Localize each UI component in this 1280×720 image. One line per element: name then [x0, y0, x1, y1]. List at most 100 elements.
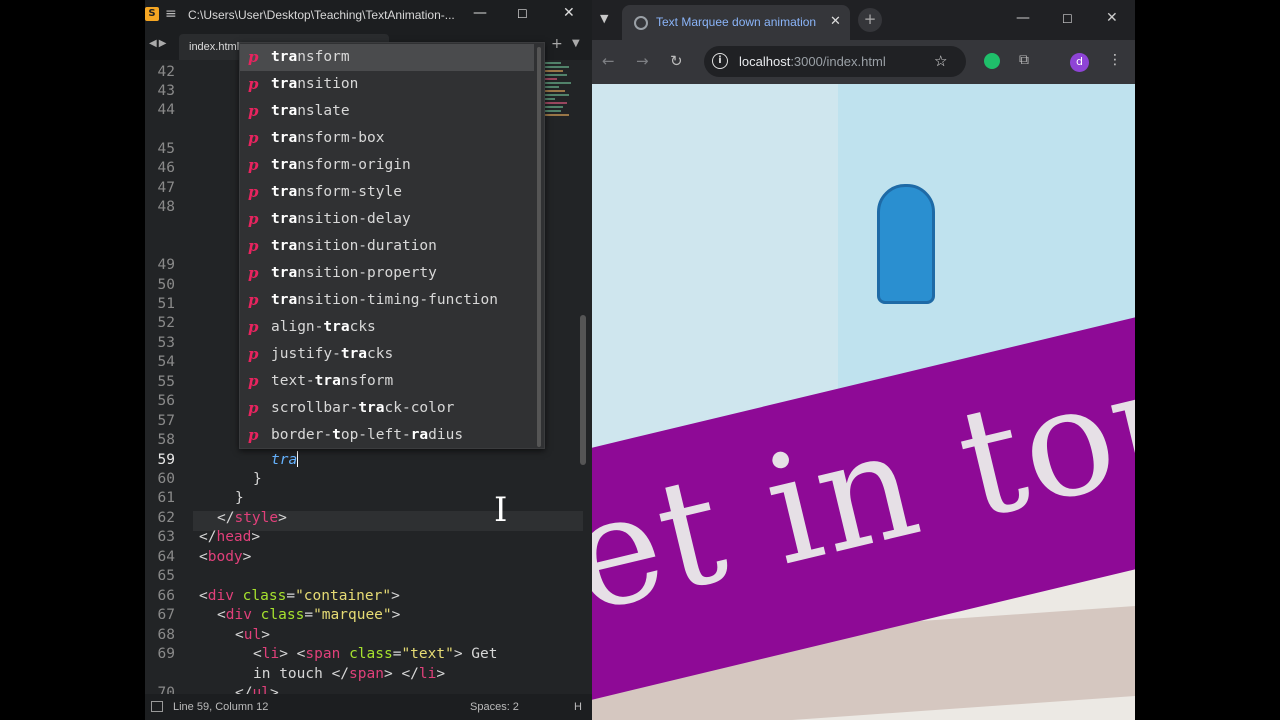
code-token: > [436, 666, 446, 682]
autocomplete-item[interactable]: p text-transform [240, 368, 534, 395]
code-token: </ [217, 510, 235, 526]
code-token: "container" [295, 588, 392, 604]
property-kind-icon: p [248, 210, 259, 228]
autocomplete-item[interactable]: p transform-origin [240, 152, 534, 179]
menu-icon[interactable]: ≡ [165, 6, 177, 22]
code-token: class [260, 607, 305, 623]
autocomplete-item[interactable]: p transition-property [240, 260, 534, 287]
line-number: 69 [157, 646, 175, 662]
cursor-position[interactable]: Line 59, Column 12 [173, 701, 268, 713]
code-token: > [242, 549, 252, 565]
editor-title-bar: S ≡ C:\Users\User\Desktop\Teaching\TextA… [145, 0, 592, 30]
line-number: 44 [157, 102, 175, 118]
site-info-icon[interactable]: i [712, 53, 728, 69]
code-line-69-wrap: in touch </span> </li> [253, 665, 445, 684]
property-kind-icon: p [248, 372, 259, 390]
property-kind-icon: p [248, 48, 259, 66]
reload-icon[interactable]: ↻ [670, 52, 683, 70]
bookmark-star-icon[interactable]: ☆ [934, 52, 947, 70]
line-number: 42 [157, 64, 175, 80]
code-token: span [349, 666, 384, 682]
address-bar[interactable]: i localhost:3000/index.html ☆ [704, 46, 966, 77]
close-window-icon[interactable]: ✕ [1106, 10, 1118, 26]
autocomplete-item[interactable]: p justify-tracks [240, 341, 534, 368]
code-token: in touch [253, 666, 332, 682]
code-line-67: <div class="marquee"> [217, 606, 400, 625]
tab-nav-arrows-icon[interactable]: ◀▶ [149, 38, 168, 49]
editor-scrollbar[interactable] [580, 315, 586, 465]
code-token: span [305, 646, 341, 662]
autocomplete-item[interactable]: p transition-timing-function [240, 287, 534, 314]
code-token: style [234, 510, 279, 526]
forward-icon[interactable]: → [636, 52, 649, 70]
line-number: 50 [157, 277, 175, 293]
close-tab-icon[interactable]: ✕ [830, 14, 841, 29]
line-number: 58 [157, 432, 175, 448]
extension-icon[interactable] [984, 53, 1000, 69]
code-token: class [349, 646, 393, 662]
code-token: head [216, 529, 252, 545]
code-line-66: <div class="container"> [199, 587, 400, 606]
code-token: li [261, 646, 280, 662]
screen: { "editor": { "title_path": "C:\\Users\\… [0, 0, 1280, 720]
autocomplete-item[interactable]: p transition-duration [240, 233, 534, 260]
line-number: 57 [157, 413, 175, 429]
line-number: 45 [157, 141, 175, 157]
line-number: 56 [157, 393, 175, 409]
maximize-icon[interactable]: ☐ [1062, 12, 1073, 26]
autocomplete-item[interactable]: p translate [240, 98, 534, 125]
profile-avatar[interactable]: d [1070, 53, 1089, 72]
minimize-icon[interactable]: — [1016, 10, 1030, 26]
autocomplete-item[interactable]: p scrollbar-track-color [240, 395, 534, 422]
tab-dropdown-icon[interactable]: ▼ [572, 38, 580, 49]
new-tab-icon[interactable]: + [551, 36, 563, 52]
tab-search-icon[interactable]: ▼ [600, 12, 608, 25]
url-text[interactable]: localhost:3000/index.html [739, 54, 886, 69]
autocomplete-item[interactable]: p transform-box [240, 125, 534, 152]
line-number: 51 [157, 296, 175, 312]
code-token: > Get [453, 646, 498, 662]
property-kind-icon: p [248, 345, 259, 363]
close-icon[interactable]: ✕ [563, 5, 575, 21]
extensions-puzzle-icon[interactable]: ⧉ [1019, 52, 1029, 68]
autocomplete-item[interactable]: p transition [240, 71, 534, 98]
code-token: "text" [401, 646, 454, 662]
autocomplete-scrollbar[interactable] [537, 47, 541, 447]
panel-toggle-icon[interactable] [151, 701, 163, 712]
maximize-icon[interactable]: ☐ [517, 7, 528, 21]
autocomplete-item[interactable]: p transition-delay [240, 206, 534, 233]
autocomplete-item[interactable]: p border-top-left-radius [240, 422, 534, 449]
code-token: </ [199, 529, 217, 545]
code-token: < [199, 549, 208, 565]
code-line-63: </head> [199, 528, 260, 547]
indentation-setting[interactable]: Spaces: 2 [470, 701, 519, 713]
browser-tab-title: Text Marquee down animation [656, 15, 817, 29]
code-line-69: <li> <span class="text"> Get [253, 645, 498, 664]
ibeam-cursor-icon: I [494, 490, 508, 530]
browser-menu-icon[interactable]: ⋮ [1108, 52, 1122, 68]
line-number: 43 [157, 83, 175, 99]
code-line-68: <ul> [235, 626, 270, 645]
typed-text: tra [271, 452, 298, 468]
code-token: = [286, 588, 296, 604]
page-viewport: et in tou [592, 84, 1135, 720]
minimap[interactable] [543, 60, 575, 260]
new-tab-button[interactable]: + [858, 8, 882, 32]
browser-tab-active[interactable]: Text Marquee down animation ✕ [622, 5, 850, 40]
code-token: </ [401, 666, 419, 682]
back-icon[interactable]: ← [602, 52, 615, 70]
line-number: 64 [157, 549, 175, 565]
code-token: < [253, 646, 262, 662]
autocomplete-item[interactable]: p transform [240, 44, 534, 71]
line-number: 48 [157, 199, 175, 215]
autocomplete-item[interactable]: p transform-style [240, 179, 534, 206]
line-number: 67 [157, 607, 175, 623]
autocomplete-item[interactable]: p align-tracks [240, 314, 534, 341]
property-kind-icon: p [248, 129, 259, 147]
syntax-setting[interactable]: H [574, 701, 582, 713]
code-token: </ [331, 666, 350, 682]
code-token: ul [243, 627, 262, 643]
minimize-icon[interactable]: — [473, 5, 487, 21]
code-token: body [207, 549, 243, 565]
